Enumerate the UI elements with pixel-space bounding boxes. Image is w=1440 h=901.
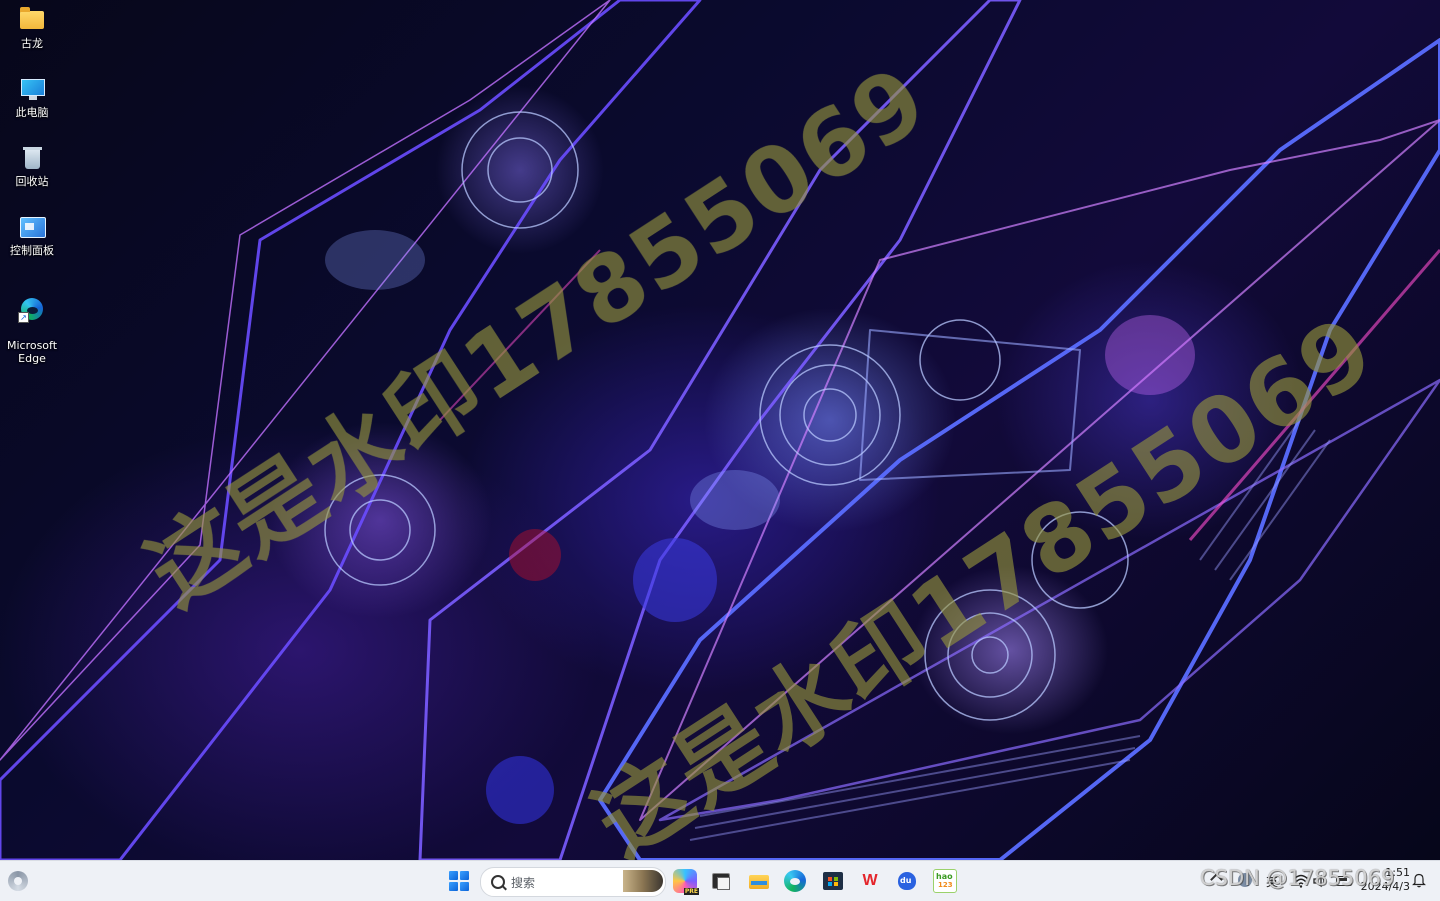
copilot-icon[interactable] [673, 869, 699, 895]
desktop-icon-recycle-bin[interactable]: 回收站 [4, 144, 60, 188]
desktop: 古龙 此电脑 回收站 控制面板 ↗ Microsoft Edge 这是水印178… [0, 0, 1440, 860]
search-icon [491, 875, 505, 889]
hao123-icon[interactable] [933, 869, 957, 893]
battery-icon[interactable] [1336, 876, 1352, 886]
desktop-icon-label: 控制面板 [10, 244, 54, 257]
wallpaper [0, 0, 1440, 860]
desktop-icon-edge[interactable]: ↗ Microsoft Edge [4, 282, 60, 378]
computer-icon [18, 75, 46, 103]
shortcut-arrow-icon: ↗ [18, 312, 29, 323]
baidu-icon[interactable] [895, 869, 919, 893]
taskbar: 搜索 W 英 1:51 2024/4/3 [0, 860, 1440, 901]
chevron-up-icon[interactable] [1210, 873, 1223, 886]
wifi-icon[interactable] [1293, 873, 1309, 889]
start-button[interactable] [447, 869, 471, 893]
search-placeholder: 搜索 [511, 876, 536, 890]
control-panel-icon [18, 213, 46, 241]
desktop-icon-label: Microsoft Edge [6, 339, 58, 365]
clock-time: 1:51 [1385, 866, 1410, 879]
clock-date: 2024/4/3 [1360, 880, 1410, 893]
desktop-icon-this-pc[interactable]: 此电脑 [4, 75, 60, 119]
widgets-icon[interactable] [8, 871, 28, 891]
desktop-icon-label: 此电脑 [15, 106, 49, 119]
recycle-bin-icon [18, 144, 46, 172]
notification-bell-icon[interactable] [1412, 872, 1426, 888]
desktop-icon-folder[interactable]: 古龙 [4, 6, 60, 50]
edge-icon: ↗ [18, 295, 46, 323]
input-language-indicator[interactable]: 英 [1266, 873, 1278, 890]
store-icon[interactable] [821, 869, 845, 893]
desktop-icon-label: 回收站 [15, 175, 49, 188]
desktop-icon-control-panel[interactable]: 控制面板 [4, 213, 60, 257]
desktop-icon-label: 古龙 [21, 37, 43, 50]
edge-icon[interactable] [784, 870, 806, 892]
volume-icon[interactable] [1313, 874, 1327, 888]
windows-start-icon [449, 871, 469, 891]
terminal-icon[interactable] [709, 869, 733, 893]
wps-icon[interactable]: W [858, 869, 882, 893]
folder-icon [18, 6, 46, 34]
tray-app-icon[interactable] [1238, 873, 1252, 887]
search-input[interactable]: 搜索 [480, 867, 666, 897]
search-highlight-image [623, 870, 663, 892]
system-clock[interactable]: 1:51 2024/4/3 [1360, 866, 1410, 894]
file-explorer-icon[interactable] [747, 869, 771, 893]
